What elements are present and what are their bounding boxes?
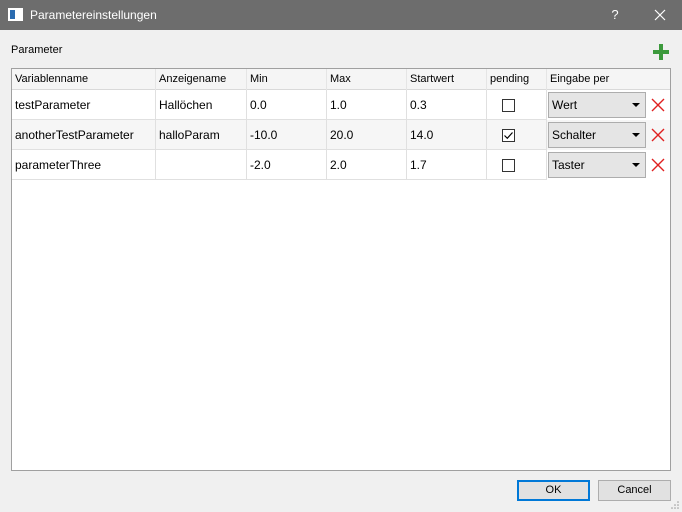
variable-name-cell[interactable]: parameterThree [12, 150, 156, 180]
table-header: Variablenname Anzeigename Min Max Startw… [12, 69, 670, 90]
close-button[interactable] [645, 0, 675, 30]
close-icon [654, 9, 666, 21]
delete-row-button[interactable] [650, 157, 666, 173]
variable-name-cell[interactable]: anotherTestParameter [12, 120, 156, 150]
chevron-down-icon [632, 133, 640, 137]
delete-row-button[interactable] [650, 97, 666, 113]
help-button[interactable]: ? [600, 0, 630, 30]
resize-grip-icon[interactable] [670, 500, 680, 510]
x-icon [651, 98, 665, 112]
plus-icon [653, 44, 669, 60]
parameter-table[interactable]: Variablenname Anzeigename Min Max Startw… [11, 68, 671, 471]
x-icon [651, 128, 665, 142]
cancel-button[interactable]: Cancel [598, 480, 671, 501]
pending-checkbox[interactable] [502, 99, 515, 112]
pending-cell [487, 150, 547, 180]
min-cell[interactable]: -10.0 [247, 120, 327, 150]
max-cell[interactable]: 20.0 [327, 120, 407, 150]
column-header[interactable]: Anzeigename [156, 69, 247, 90]
min-cell[interactable]: -2.0 [247, 150, 327, 180]
min-cell[interactable]: 0.0 [247, 90, 327, 120]
add-parameter-button[interactable] [650, 41, 672, 63]
max-cell[interactable]: 1.0 [327, 90, 407, 120]
column-header[interactable]: Min [247, 69, 327, 90]
table-row[interactable]: anotherTestParameter halloParam -10.0 20… [12, 120, 670, 150]
start-value-cell[interactable]: 14.0 [407, 120, 487, 150]
display-name-cell[interactable]: Hallöchen [156, 90, 247, 120]
start-value-cell[interactable]: 0.3 [407, 90, 487, 120]
ok-button[interactable]: OK [517, 480, 590, 501]
display-name-cell[interactable] [156, 150, 247, 180]
delete-row-button[interactable] [650, 127, 666, 143]
app-icon [8, 8, 23, 21]
column-header[interactable]: Eingabe per [547, 69, 670, 90]
input-mode-select[interactable]: Schalter [548, 122, 646, 148]
column-header[interactable]: Startwert [407, 69, 487, 90]
pending-cell [487, 120, 547, 150]
column-header[interactable]: Variablenname [12, 69, 156, 90]
x-icon [651, 158, 665, 172]
pending-checkbox[interactable] [502, 159, 515, 172]
column-header[interactable]: Max [327, 69, 407, 90]
chevron-down-icon [632, 163, 640, 167]
column-header[interactable]: pending [487, 69, 547, 90]
table-row[interactable]: testParameter Hallöchen 0.0 1.0 0.3 Wert [12, 90, 670, 120]
pending-cell [487, 90, 547, 120]
section-label: Parameter [11, 44, 63, 56]
table-row[interactable]: parameterThree -2.0 2.0 1.7 Taster [12, 150, 670, 180]
title-bar: Parametereinstellungen ? [0, 0, 682, 30]
input-mode-select[interactable]: Wert [548, 92, 646, 118]
start-value-cell[interactable]: 1.7 [407, 150, 487, 180]
input-mode-value: Schalter [552, 128, 597, 142]
pending-checkbox[interactable] [502, 129, 515, 142]
variable-name-cell[interactable]: testParameter [12, 90, 156, 120]
input-mode-value: Taster [552, 158, 585, 172]
max-cell[interactable]: 2.0 [327, 150, 407, 180]
input-mode-value: Wert [552, 98, 578, 112]
check-icon [504, 132, 513, 140]
input-mode-select[interactable]: Taster [548, 152, 646, 178]
chevron-down-icon [632, 103, 640, 107]
display-name-cell[interactable]: halloParam [156, 120, 247, 150]
window-title: Parametereinstellungen [30, 8, 157, 22]
